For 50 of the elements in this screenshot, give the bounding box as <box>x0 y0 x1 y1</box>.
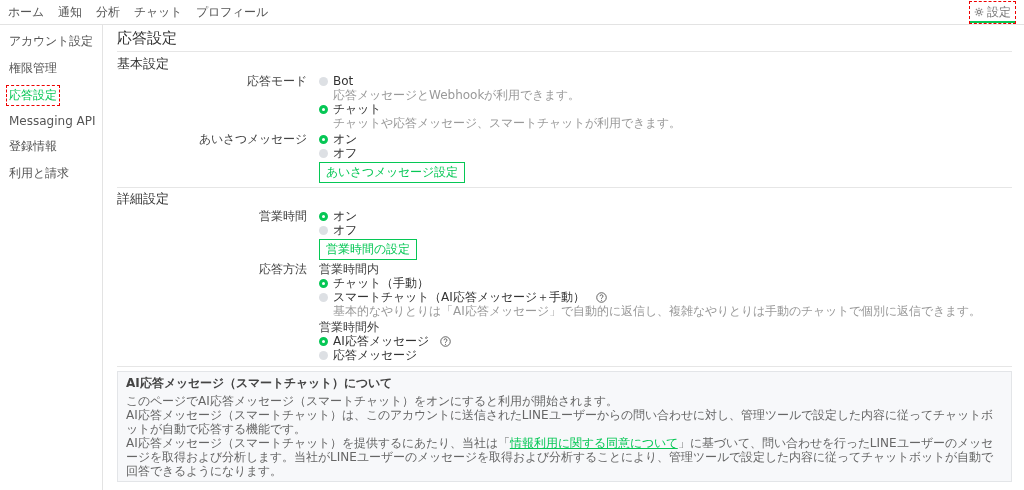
sidebar-item[interactable]: 利用と請求 <box>6 163 72 184</box>
option-label: AI応答メッセージ <box>333 334 429 348</box>
info-title: AI応答メッセージ（スマートチャット）について <box>126 375 393 392</box>
help-icon[interactable] <box>595 291 607 303</box>
settings-tab[interactable]: 設定 <box>969 0 1016 24</box>
option-label: チャット（手動） <box>333 276 429 290</box>
nav-tab[interactable]: ホーム <box>8 0 44 25</box>
option-label: スマートチャット（AI応答メッセージ＋手動） <box>333 290 585 304</box>
radio-button[interactable] <box>319 336 328 346</box>
option-description: 基本的なやりとりは「AI応答メッセージ」で自動的に返信し、複雑なやりとりは手動のチャットで個別に返信できます。 <box>333 304 981 318</box>
group-label: 営業時間外 <box>319 320 380 334</box>
nav-tab[interactable]: 分析 <box>96 0 120 25</box>
section-heading: 詳細設定 <box>117 190 170 208</box>
sidebar-item[interactable]: Messaging API <box>6 112 99 130</box>
sidebar-item[interactable]: 権限管理 <box>6 58 60 79</box>
section-heading: 基本設定 <box>117 55 170 73</box>
option-description: チャットや応答メッセージ、スマートチャットが利用できます。 <box>333 116 681 130</box>
info-paragraph: AI応答メッセージ（スマートチャット）を提供するにあたり、当社は「情報利用に関する同意について」に基づいて、問い合わせを行ったLINEユーザーのメッセージを取得および分析します。当社がLINEユーザーのメッセージを取得および分析することにより、管理ツールで設定した内容に従ってチャットボットが自動で回答できるようになります。 <box>126 436 994 478</box>
radio-button[interactable] <box>319 225 328 235</box>
page-title: 応答設定 <box>117 29 1012 52</box>
radio-button[interactable] <box>319 278 328 288</box>
radio-button[interactable] <box>319 148 328 158</box>
radio-button[interactable] <box>319 134 328 144</box>
option-description: 応答メッセージとWebhookが利用できます。 <box>333 88 582 102</box>
radio-button[interactable] <box>319 76 328 86</box>
field-label: あいさつメッセージ <box>198 132 308 148</box>
radio-button[interactable] <box>319 104 328 114</box>
option-label: Bot <box>333 74 354 88</box>
help-icon[interactable] <box>439 335 451 347</box>
field-label: 応答方法 <box>258 262 308 278</box>
info-paragraph: このページでAI応答メッセージ（スマートチャット）をオンにすると利用が開始されます。 <box>126 394 619 408</box>
option-label: オフ <box>333 223 357 237</box>
nav-tab[interactable]: 通知 <box>58 0 82 25</box>
nav-tab[interactable]: チャット <box>134 0 182 25</box>
option-label: 応答メッセージ <box>333 348 417 362</box>
option-label: オン <box>333 132 357 146</box>
radio-button[interactable] <box>319 350 328 360</box>
nav-tab[interactable]: プロフィール <box>196 0 268 25</box>
option-label: オン <box>333 209 357 223</box>
field-label: 応答モード <box>246 74 308 90</box>
info-paragraph: AI応答メッセージ（スマートチャット）は、このアカウントに送信されたLINEユーザーからの問い合わせに対し、管理ツールで設定した内容に従ってチャットボットが自動で応答する機能です。 <box>126 408 994 436</box>
sidebar-item[interactable]: アカウント設定 <box>6 31 96 52</box>
sidebar-item[interactable]: 登録情報 <box>6 136 60 157</box>
field-label: 営業時間 <box>258 209 308 225</box>
group-label: 営業時間内 <box>319 262 380 276</box>
option-label: オフ <box>333 146 357 160</box>
radio-button[interactable] <box>319 292 328 302</box>
radio-button[interactable] <box>319 211 328 221</box>
option-label: チャット <box>333 102 381 116</box>
gear-icon <box>974 7 984 17</box>
